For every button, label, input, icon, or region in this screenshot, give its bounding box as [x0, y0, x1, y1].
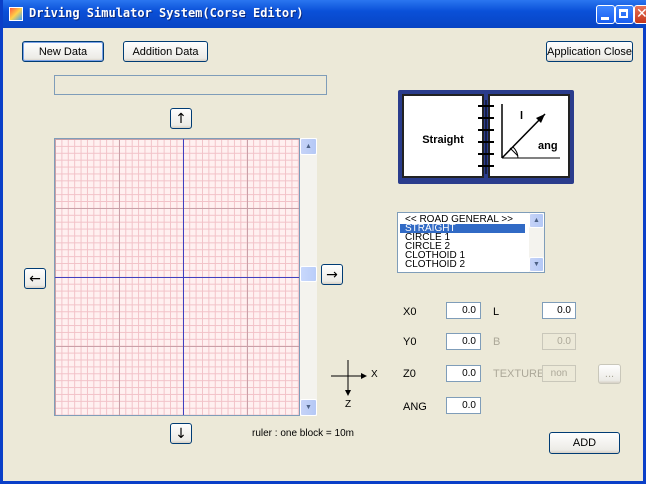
title-bar[interactable]: Driving Simulator System(Corse Editor) ✕ — [3, 0, 646, 28]
road-type-list[interactable]: << ROAD GENERAL >> STRAIGHT CIRCLE 1 CIR… — [397, 212, 545, 273]
road-type-illustration: Straight l ang — [398, 90, 574, 184]
addition-data-button[interactable]: Addition Data — [123, 41, 208, 62]
list-item-clothoid-2[interactable]: CLOTHOID 2 — [400, 260, 525, 270]
close-icon: ✕ — [636, 6, 646, 22]
scroll-down-button[interactable]: ▼ — [300, 399, 317, 416]
axis-legend: X Z — [331, 356, 381, 412]
x0-label: X0 — [403, 306, 417, 318]
list-scroll-up-button[interactable]: ▲ — [529, 213, 544, 228]
course-grid-canvas[interactable] — [54, 138, 300, 416]
add-button[interactable]: ADD — [549, 432, 620, 454]
z-axis-label: Z — [345, 399, 352, 410]
b-param-label: B — [493, 336, 501, 348]
new-data-button[interactable]: New Data — [22, 41, 104, 62]
grid-scrollbar[interactable]: ▲ ▼ — [300, 138, 317, 416]
z0-label: Z0 — [403, 368, 416, 380]
maximize-button[interactable] — [615, 5, 634, 24]
app-icon — [9, 7, 23, 21]
x0-field[interactable]: 0.0 — [446, 302, 481, 319]
b-field: 0.0 — [542, 333, 576, 350]
texture-field: non — [542, 365, 576, 382]
y0-field[interactable]: 0.0 — [446, 333, 481, 350]
close-button[interactable]: ✕ — [634, 5, 646, 24]
chevron-up-icon: ▲ — [533, 217, 540, 224]
application-close-button[interactable]: Application Close — [546, 41, 633, 62]
chevron-up-icon: ▲ — [305, 143, 312, 150]
ruler-scale-text: ruler : one block = 10m — [252, 428, 354, 439]
pan-down-button[interactable]: ↓ — [170, 423, 192, 444]
axis-cross-icon — [331, 360, 367, 396]
pan-right-button[interactable]: → — [321, 264, 343, 285]
z0-field[interactable]: 0.0 — [446, 365, 481, 382]
ang-label: ANG — [403, 401, 427, 413]
list-scrollbar[interactable]: ▲ ▼ — [529, 213, 544, 272]
chevron-down-icon: ▼ — [305, 404, 312, 411]
binding-rings-icon — [478, 100, 494, 174]
list-scroll-down-button[interactable]: ▼ — [529, 257, 544, 272]
window-title: Driving Simulator System(Corse Editor) — [29, 6, 304, 20]
scroll-up-button[interactable]: ▲ — [300, 138, 317, 155]
pan-up-button[interactable]: ↑ — [170, 108, 192, 129]
main-window: Driving Simulator System(Corse Editor) ✕… — [0, 0, 646, 484]
y0-label: Y0 — [403, 336, 417, 348]
l-param-label: L — [493, 306, 500, 318]
ang-field[interactable]: 0.0 — [446, 397, 481, 414]
progress-bar — [54, 75, 327, 95]
chevron-down-icon: ▼ — [533, 261, 540, 268]
minimize-button[interactable] — [596, 5, 615, 24]
scroll-thumb[interactable] — [300, 266, 317, 282]
x-axis-label: X — [371, 369, 378, 380]
l-field[interactable]: 0.0 — [542, 302, 576, 319]
texture-browse-button: ... — [598, 364, 621, 384]
pan-left-button[interactable]: ← — [24, 268, 46, 289]
texture-label: TEXTURE — [493, 368, 545, 380]
x-axis-line — [55, 277, 299, 278]
